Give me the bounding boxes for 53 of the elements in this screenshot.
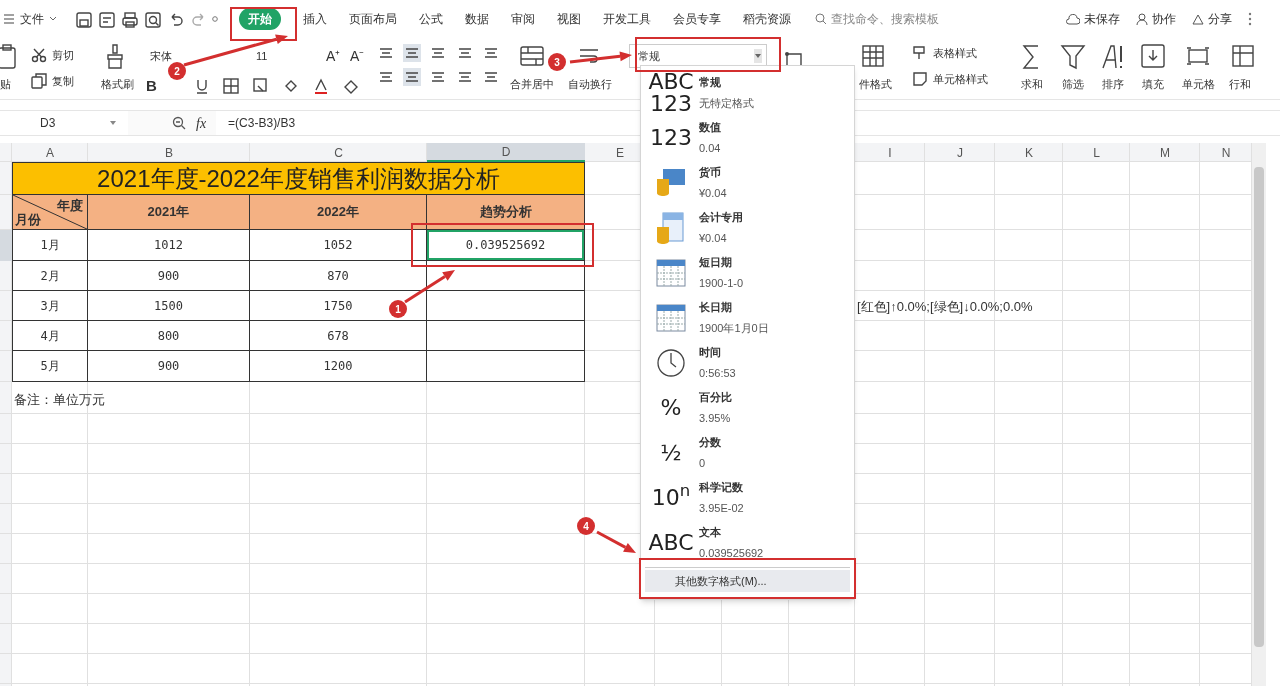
format-glyph: 123 (650, 126, 692, 149)
option-sample: 0.039525692 (699, 545, 764, 561)
option-sample: 1900年1月0日 (699, 320, 769, 336)
cell-value: 0.039525692 (465, 237, 546, 254)
table-cell: 1500 (88, 291, 250, 321)
table-cell: 2022年 (250, 195, 427, 230)
format-glyph: ABC 123 (648, 70, 694, 115)
option-sample: ¥0.04 (699, 230, 728, 246)
table-cell: 870 (250, 261, 427, 291)
format-glyph: % (660, 396, 682, 419)
option-title: 会计专用 (699, 210, 743, 225)
table-cell: 900 (88, 351, 250, 382)
cell-text: [红色]↑0.0%;[绿色]↓0.0%;0.0% (857, 298, 1033, 316)
table-cell: 4月 (12, 321, 88, 351)
table-cell: 1012 (88, 230, 250, 261)
note-text: 备注：单位万元 (14, 391, 105, 409)
table-cell: 5月 (12, 351, 88, 382)
option-title: 常规 (699, 75, 722, 90)
option-title: 货币 (699, 165, 722, 180)
step-badge: 3 (548, 53, 566, 71)
table-title: 2021年度-2022年度销售利润数据分析 (12, 162, 585, 195)
option-sample: 0.04 (699, 140, 721, 156)
table-cell: 900 (88, 261, 250, 291)
table-cell: 800 (88, 321, 250, 351)
table-cell: 678 (250, 321, 427, 351)
table-cell: 趋势分析 (427, 195, 585, 230)
table-cell: 1052 (250, 230, 427, 261)
option-title: 分数 (699, 435, 721, 450)
option-title: 数值 (699, 120, 721, 135)
step-badge: 4 (577, 517, 595, 535)
option-title: 长日期 (699, 300, 733, 315)
option-sample: 0 (699, 455, 707, 471)
option-sample: 3.95% (699, 410, 732, 426)
option-sample: 1900-1-0 (699, 275, 744, 291)
option-title: 文本 (699, 525, 722, 540)
table-cell: 3月 (12, 291, 88, 321)
format-glyph: ABC (648, 531, 694, 554)
option-sample: 3.95E-02 (699, 500, 744, 516)
option-title: 时间 (699, 345, 722, 360)
option-sample: 无特定格式 (699, 95, 754, 111)
table-cell: 2021年 (88, 195, 250, 230)
table-cell: 1200 (250, 351, 427, 382)
option-sample: ¥0.04 (699, 185, 727, 201)
table-cell: 1月 (12, 230, 88, 261)
table-cell: 2月 (12, 261, 88, 291)
option-sample: 0:56:53 (699, 365, 736, 381)
step-badge: 2 (168, 62, 186, 80)
diagonal-header-cell: 年度 月份 (12, 195, 88, 230)
option-title: 短日期 (699, 255, 733, 270)
option-title: 科学记数 (699, 480, 744, 495)
format-glyph: ½ (660, 441, 682, 464)
option-title: 百分比 (699, 390, 732, 405)
format-glyph: 10$^{n}$ (651, 486, 691, 509)
